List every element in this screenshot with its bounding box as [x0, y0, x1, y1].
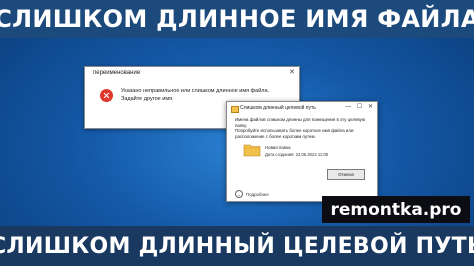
folder-app-icon — [231, 106, 239, 113]
window-controls: — ☐ ✕ — [341, 103, 373, 110]
more-details-toggle[interactable]: ⌄ Подробнее — [235, 190, 269, 198]
chevron-down-icon: ⌄ — [235, 190, 243, 198]
top-banner: СЛИШКОМ ДЛИННОЕ ИМЯ ФАЙЛА — [0, 0, 474, 38]
path-message-line2: Попробуйте использовать более короткое и… — [235, 128, 354, 134]
rename-message-line1: Указано неправильное или слишком длинное… — [121, 88, 270, 94]
bottom-banner: СЛИШКОМ ДЛИННЫЙ ЦЕЛЕВОЙ ПУТЬ — [0, 226, 474, 266]
rename-dialog-title: переименование — [93, 70, 141, 76]
maximize-icon[interactable]: ☐ — [357, 104, 362, 110]
path-dialog-message: Имена файлов слишком длинны для помещени… — [235, 117, 371, 139]
bottom-banner-text: СЛИШКОМ ДЛИННЫЙ ЦЕЛЕВОЙ ПУТЬ — [0, 233, 474, 259]
more-details-label: Подробнее — [246, 191, 269, 197]
watermark: remontka.pro — [322, 196, 470, 223]
watermark-text: remontka.pro — [330, 199, 462, 220]
path-too-long-dialog: Слишком длинный целевой путь — ☐ ✕ Имена… — [226, 101, 378, 202]
path-message-line1: Имена файлов слишком длинны для помещени… — [235, 117, 366, 128]
folder-name: Новая папка — [265, 145, 291, 150]
path-dialog-title: Слишком длинный целевой путь — [240, 105, 316, 111]
cancel-button[interactable]: Отмена — [327, 169, 365, 180]
minimize-icon[interactable]: — — [345, 104, 351, 110]
path-message-line3: расположение с более коротким путем. — [235, 133, 316, 139]
rename-dialog-close-icon[interactable]: ✕ — [289, 68, 295, 76]
close-icon[interactable]: ✕ — [368, 104, 373, 110]
folder-icon — [243, 144, 261, 157]
error-icon — [100, 89, 113, 102]
folder-date: Дата создания: 23.05.2022 11:08 — [265, 152, 328, 157]
top-banner-text: СЛИШКОМ ДЛИННОЕ ИМЯ ФАЙЛА — [0, 5, 474, 33]
